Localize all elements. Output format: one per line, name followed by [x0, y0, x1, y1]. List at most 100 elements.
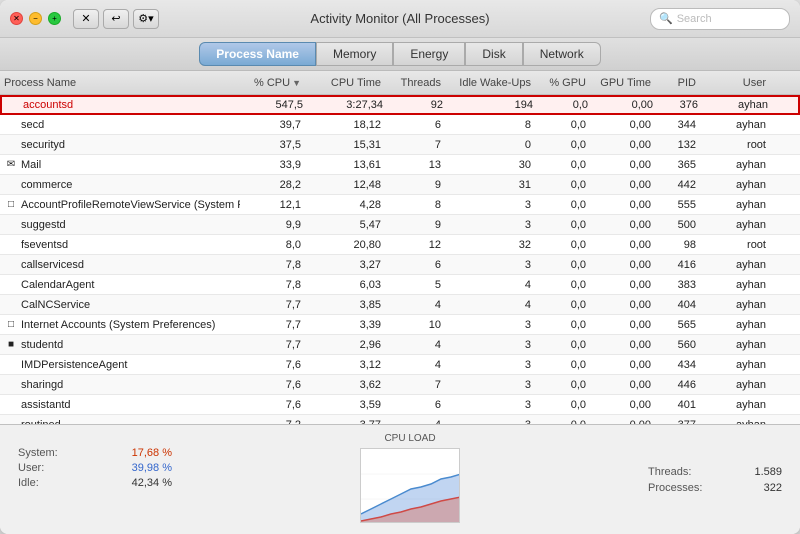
gpu-cell: 0,0: [535, 179, 590, 191]
cpu-load-box: CPU LOAD: [190, 433, 630, 526]
minimize-button[interactable]: −: [29, 12, 42, 25]
table-row[interactable]: routined 7,2 3,77 4 3 0,0 0,00 377 ayhan: [0, 415, 800, 424]
maximize-button[interactable]: +: [48, 12, 61, 25]
process-name-cell: IMDPersistenceAgent: [0, 358, 240, 372]
col-threads[interactable]: Threads: [385, 77, 445, 89]
process-name: fseventsd: [21, 239, 68, 251]
process-name-cell: sharingd: [0, 378, 240, 392]
col-process-name[interactable]: Process Name: [0, 77, 240, 89]
gputime-cell: 0,00: [590, 119, 655, 131]
threads-cell: 9: [385, 219, 445, 231]
tab-energy[interactable]: Energy: [393, 42, 465, 66]
col-cpu-time[interactable]: CPU Time: [305, 77, 385, 89]
threads-cell: 7: [385, 379, 445, 391]
process-icon: [4, 218, 18, 232]
gpu-cell: 0,0: [535, 379, 590, 391]
table-row[interactable]: ■ studentd 7,7 2,96 4 3 0,0 0,00 560 ayh…: [0, 335, 800, 355]
table-row[interactable]: fseventsd 8,0 20,80 12 32 0,0 0,00 98 ro…: [0, 235, 800, 255]
table-row[interactable]: ✉ Mail 33,9 13,61 13 30 0,0 0,00 365 ayh…: [0, 155, 800, 175]
cpu-load-title: CPU LOAD: [384, 433, 435, 444]
gputime-cell: 0,00: [590, 399, 655, 411]
col-idle-wakeups[interactable]: Idle Wake-Ups: [445, 77, 535, 89]
pid-cell: 434: [655, 359, 700, 371]
idle-stat-val: 42,34 %: [132, 477, 172, 489]
col-gpu-time[interactable]: GPU Time: [590, 77, 655, 89]
toolbar-tabs: Process Name Memory Energy Disk Network: [0, 38, 800, 71]
table-row[interactable]: secd 39,7 18,12 6 8 0,0 0,00 344 ayhan: [0, 115, 800, 135]
processes-row: Processes: 322: [648, 482, 782, 494]
threads-cell: 5: [385, 279, 445, 291]
tab-cpu[interactable]: Process Name: [199, 42, 316, 66]
gputime-cell: 0,00: [590, 199, 655, 211]
process-icon: [4, 378, 18, 392]
threads-cell: 4: [385, 359, 445, 371]
col-cpu[interactable]: % CPU ▼: [240, 77, 305, 89]
table-row[interactable]: □ AccountProfileRemoteViewService (Syste…: [0, 195, 800, 215]
refresh-button[interactable]: ↩: [103, 9, 129, 29]
gpu-cell: 0,0: [535, 319, 590, 331]
tab-disk[interactable]: Disk: [465, 42, 522, 66]
threads-cell: 7: [385, 139, 445, 151]
threads-cell: 6: [385, 119, 445, 131]
col-user[interactable]: User: [700, 77, 770, 89]
idle-cell: 30: [445, 159, 535, 171]
gputime-cell: 0,00: [590, 259, 655, 271]
back-button[interactable]: ✕: [73, 9, 99, 29]
gpu-cell: 0,0: [535, 399, 590, 411]
cputime-cell: 3:27,34: [307, 99, 387, 111]
window-controls: ✕ − +: [10, 12, 61, 25]
idle-cell: 3: [445, 199, 535, 211]
table-row[interactable]: □ Internet Accounts (System Preferences)…: [0, 315, 800, 335]
idle-cell: 3: [445, 219, 535, 231]
threads-cell: 6: [385, 259, 445, 271]
processes-val: 322: [764, 482, 782, 494]
process-name: suggestd: [21, 219, 66, 231]
table-row[interactable]: assistantd 7,6 3,59 6 3 0,0 0,00 401 ayh…: [0, 395, 800, 415]
table-row[interactable]: CalendarAgent 7,8 6,03 5 4 0,0 0,00 383 …: [0, 275, 800, 295]
user-cell: ayhan: [700, 379, 770, 391]
tab-memory[interactable]: Memory: [316, 42, 393, 66]
table-row[interactable]: commerce 28,2 12,48 9 31 0,0 0,00 442 ay…: [0, 175, 800, 195]
process-name-cell: commerce: [0, 178, 240, 192]
main-window: ✕ − + ✕ ↩ ⚙▾ Activity Monitor (All Proce…: [0, 0, 800, 534]
cpu-cell: 9,9: [240, 219, 305, 231]
cpu-cell: 7,7: [240, 319, 305, 331]
process-name-cell: accountsd: [2, 98, 242, 112]
threads-val: 1.589: [754, 466, 782, 478]
gputime-cell: 0,00: [590, 319, 655, 331]
idle-cell: 3: [445, 399, 535, 411]
table-row[interactable]: suggestd 9,9 5,47 9 3 0,0 0,00 500 ayhan: [0, 215, 800, 235]
gpu-cell: 0,0: [535, 219, 590, 231]
gputime-cell: 0,00: [590, 139, 655, 151]
process-name-cell: ✉ Mail: [0, 158, 240, 172]
gpu-cell: 0,0: [535, 259, 590, 271]
settings-button[interactable]: ⚙▾: [133, 9, 159, 29]
cputime-cell: 13,61: [305, 159, 385, 171]
col-pid[interactable]: PID: [655, 77, 700, 89]
table-row[interactable]: sharingd 7,6 3,62 7 3 0,0 0,00 446 ayhan: [0, 375, 800, 395]
search-icon: 🔍: [659, 12, 673, 25]
threads-cell: 6: [385, 399, 445, 411]
idle-cell: 3: [445, 339, 535, 351]
table-header: Process Name % CPU ▼ CPU Time Threads Id…: [0, 71, 800, 95]
table-row[interactable]: securityd 37,5 15,31 7 0 0,0 0,00 132 ro…: [0, 135, 800, 155]
col-gpu[interactable]: % GPU: [535, 77, 590, 89]
table-row[interactable]: accountsd 547,5 3:27,34 92 194 0,0 0,00 …: [0, 95, 800, 115]
cpu-cell: 39,7: [240, 119, 305, 131]
table-row[interactable]: callservicesd 7,8 3,27 6 3 0,0 0,00 416 …: [0, 255, 800, 275]
threads-cell: 13: [385, 159, 445, 171]
sort-arrow: ▼: [292, 78, 301, 88]
cputime-cell: 2,96: [305, 339, 385, 351]
gputime-cell: 0,00: [590, 379, 655, 391]
process-name: sharingd: [21, 379, 63, 391]
pid-cell: 98: [655, 239, 700, 251]
user-cell: ayhan: [700, 359, 770, 371]
tab-network[interactable]: Network: [523, 42, 601, 66]
cpu-cell: 7,7: [240, 299, 305, 311]
pid-cell: 560: [655, 339, 700, 351]
table-row[interactable]: IMDPersistenceAgent 7,6 3,12 4 3 0,0 0,0…: [0, 355, 800, 375]
process-name: assistantd: [21, 399, 71, 411]
search-box[interactable]: 🔍 Search: [650, 8, 790, 30]
close-button[interactable]: ✕: [10, 12, 23, 25]
table-row[interactable]: CalNCService 7,7 3,85 4 4 0,0 0,00 404 a…: [0, 295, 800, 315]
